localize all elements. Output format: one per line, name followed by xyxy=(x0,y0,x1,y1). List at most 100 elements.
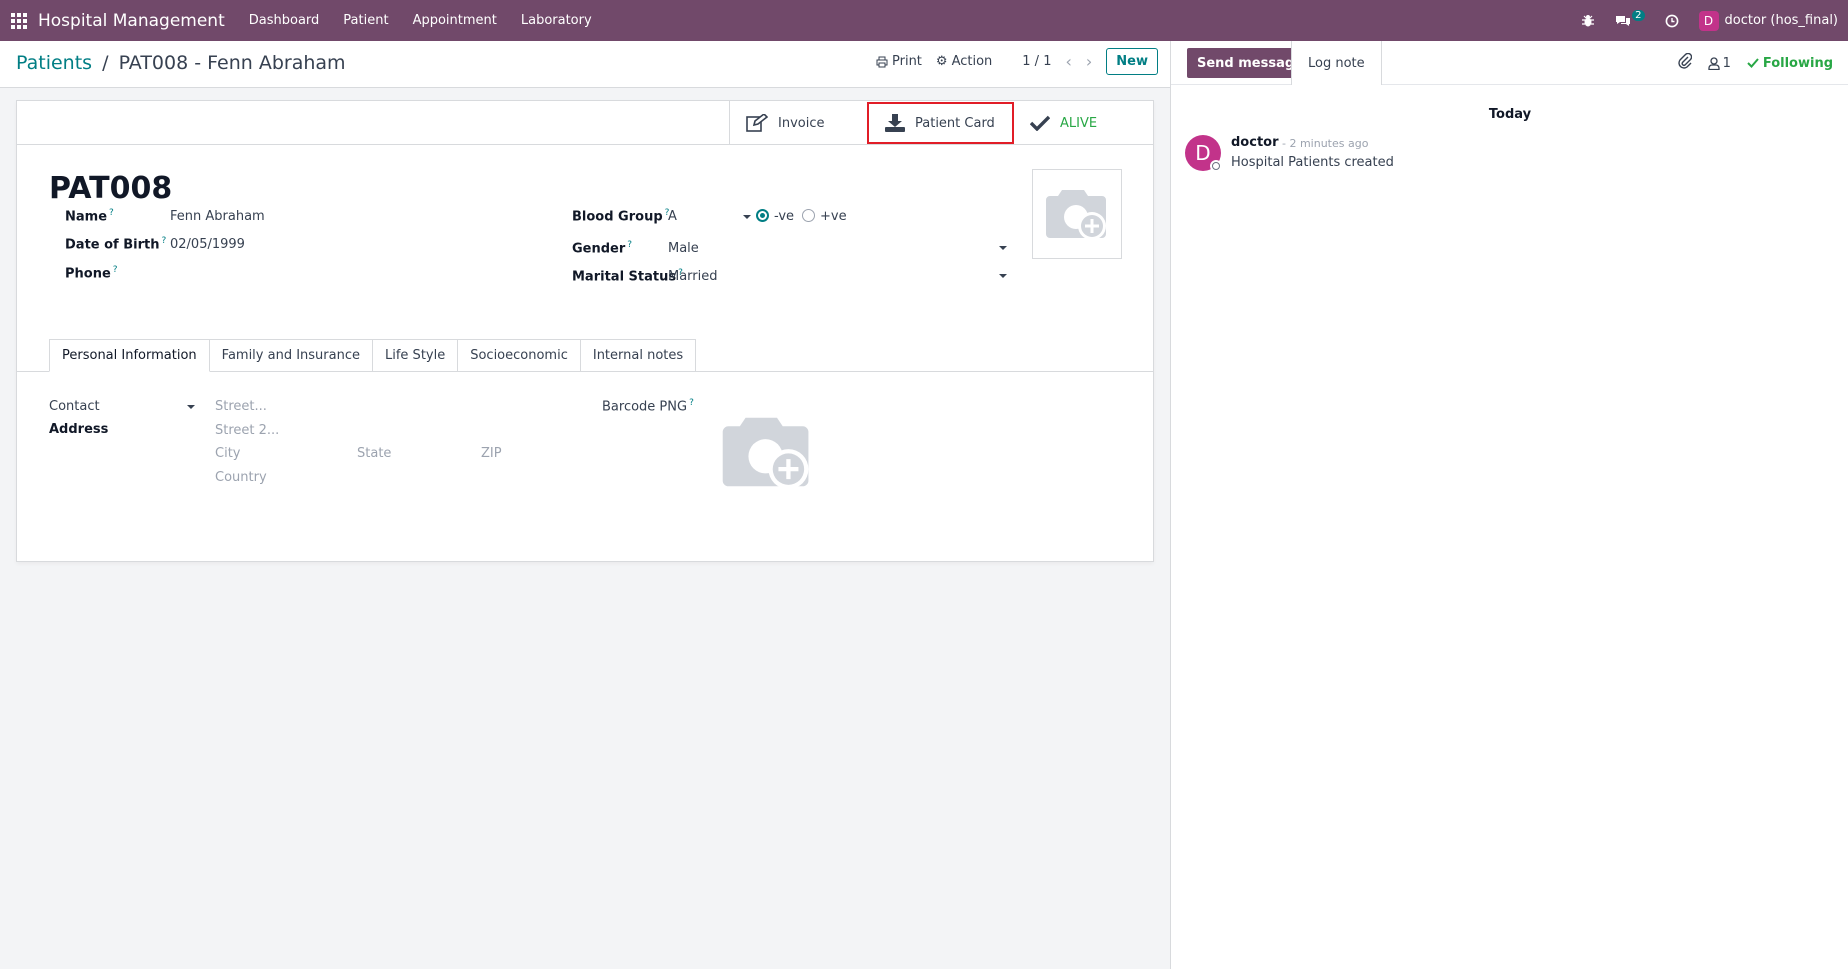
barcode-image-upload[interactable] xyxy=(717,409,817,495)
message-author-avatar[interactable]: D xyxy=(1185,135,1222,172)
form-sheet: Invoice Patient Card ALIVE PAT008 Name? … xyxy=(16,100,1154,562)
action-label: Action xyxy=(951,54,993,69)
rh-negative-label: -ve xyxy=(774,209,795,224)
tab-personal-information[interactable]: Personal Information xyxy=(49,339,210,372)
city-input[interactable]: City xyxy=(215,446,345,461)
gender-label: Gender? xyxy=(572,240,633,257)
rh-negative-radio[interactable] xyxy=(756,209,769,222)
followers-button[interactable]: 1 xyxy=(1707,55,1731,71)
navbar-systray: 2 D doctor (hos_final) xyxy=(1579,0,1838,41)
message-body: Hospital Patients created xyxy=(1231,155,1394,170)
gear-icon: ⚙ xyxy=(935,54,948,69)
check-icon xyxy=(1030,115,1050,131)
attachment-icon[interactable] xyxy=(1677,52,1692,73)
status-label: ALIVE xyxy=(1060,115,1098,131)
following-button[interactable]: Following xyxy=(1747,56,1833,71)
breadcrumb: Patients / PAT008 - Fenn Abraham xyxy=(16,52,346,74)
check-icon xyxy=(1747,58,1759,68)
followers-count: 1 xyxy=(1722,55,1731,71)
action-button[interactable]: ⚙ Action xyxy=(936,54,992,69)
country-input[interactable]: Country xyxy=(215,470,555,485)
rh-positive-label: +ve xyxy=(820,209,847,224)
marital-status-label: Marital Status? xyxy=(572,268,683,285)
message-timestamp: - 2 minutes ago xyxy=(1282,137,1369,150)
marital-status-caret-icon xyxy=(999,274,1007,278)
dob-label: Date of Birth? xyxy=(65,236,167,253)
notebook-tabs: Personal Information Family and Insuranc… xyxy=(49,339,697,372)
date-separator: Today xyxy=(1488,107,1532,122)
menu-patient[interactable]: Patient xyxy=(343,13,388,28)
pager-next-icon[interactable]: › xyxy=(1086,52,1092,71)
breadcrumb-patients-link[interactable]: Patients xyxy=(16,52,92,74)
patient-card-button[interactable]: Patient Card xyxy=(867,102,1014,144)
invoice-button[interactable]: Invoice xyxy=(729,101,867,145)
camera-add-icon xyxy=(1046,190,1106,240)
name-label: Name? xyxy=(65,208,114,225)
breadcrumb-separator: / xyxy=(102,52,109,74)
chatter-actions: 1 Following xyxy=(1677,41,1833,85)
control-panel-actions: Print ⚙ Action 1 / 1 ‹ › New xyxy=(876,48,1158,75)
printer-icon xyxy=(876,56,888,67)
top-navbar: Hospital Management Dashboard Patient Ap… xyxy=(0,0,1848,41)
address-type-select[interactable]: Contact xyxy=(49,399,195,417)
messages-button[interactable]: 2 xyxy=(1615,10,1645,30)
patient-card-label: Patient Card xyxy=(915,115,995,131)
menu-appointment[interactable]: Appointment xyxy=(413,13,497,28)
user-name: doctor (hos_final) xyxy=(1724,13,1839,28)
phone-label: Phone? xyxy=(65,265,118,282)
menu-laboratory[interactable]: Laboratory xyxy=(521,13,592,28)
address-label: Address xyxy=(49,422,109,437)
apps-grid-icon xyxy=(11,12,27,29)
pager-previous-icon[interactable]: ‹ xyxy=(1065,52,1071,71)
smart-button-box: Invoice Patient Card ALIVE xyxy=(17,101,1153,145)
menu-dashboard[interactable]: Dashboard xyxy=(249,13,320,28)
presence-status-icon xyxy=(1210,160,1222,172)
user-avatar: D xyxy=(1698,10,1719,31)
tab-internal-notes[interactable]: Internal notes xyxy=(580,339,697,372)
phone-field[interactable] xyxy=(170,265,490,283)
chatter-topbar: Send message Log note 1 Following xyxy=(1171,41,1848,85)
control-panel: Patients / PAT008 - Fenn Abraham Print ⚙… xyxy=(0,41,1170,88)
user-menu[interactable]: D doctor (hos_final) xyxy=(1698,10,1839,31)
barcode-png-label: Barcode PNG? xyxy=(602,398,694,415)
download-icon xyxy=(885,114,905,132)
marital-status-select[interactable]: Married xyxy=(668,269,1018,287)
gender-select[interactable]: Male xyxy=(668,241,1018,259)
invoice-label: Invoice xyxy=(778,115,825,131)
dob-field[interactable]: 02/05/1999 xyxy=(170,237,245,252)
app-brand[interactable]: Hospital Management xyxy=(38,11,225,31)
message-author[interactable]: doctor xyxy=(1231,135,1279,150)
apps-menu-button[interactable] xyxy=(0,0,38,41)
patient-photo-upload[interactable] xyxy=(1032,169,1122,259)
state-input[interactable]: State xyxy=(357,446,467,461)
blood-group-caret-icon xyxy=(743,215,751,219)
following-label: Following xyxy=(1762,55,1833,71)
bug-icon[interactable] xyxy=(1579,12,1597,30)
tab-family-and-insurance[interactable]: Family and Insurance xyxy=(209,339,373,372)
print-label: Print xyxy=(892,54,922,69)
street2-input[interactable]: Street 2... xyxy=(215,423,555,438)
messages-count-badge: 2 xyxy=(1632,10,1645,21)
tab-life-style[interactable]: Life Style xyxy=(373,339,459,372)
address-type-caret-icon xyxy=(187,405,195,409)
name-field[interactable]: Fenn Abraham xyxy=(170,209,265,224)
edit-icon xyxy=(746,114,768,132)
zip-input[interactable]: ZIP xyxy=(481,446,561,461)
log-note-button[interactable]: Log note xyxy=(1291,41,1382,85)
camera-add-icon xyxy=(722,417,809,490)
user-icon xyxy=(1707,56,1720,70)
new-record-button[interactable]: New xyxy=(1106,48,1158,75)
activity-clock-icon[interactable] xyxy=(1663,12,1681,30)
pager-value[interactable]: 1 / 1 xyxy=(1022,54,1051,69)
chat-icon xyxy=(1616,15,1631,26)
breadcrumb-current: PAT008 - Fenn Abraham xyxy=(118,52,346,74)
print-button[interactable]: Print xyxy=(876,54,922,69)
tab-socioeconomic[interactable]: Socioeconomic xyxy=(458,339,581,372)
chatter-panel: Send message Log note 1 Following Today … xyxy=(1170,41,1848,969)
gender-caret-icon xyxy=(999,246,1007,250)
street-input[interactable]: Street... xyxy=(215,399,555,414)
rh-positive-radio[interactable] xyxy=(802,209,815,222)
record-title: PAT008 xyxy=(49,171,173,206)
status-alive-button[interactable]: ALIVE xyxy=(1014,101,1153,145)
blood-group-label: Blood Group? xyxy=(572,208,670,225)
